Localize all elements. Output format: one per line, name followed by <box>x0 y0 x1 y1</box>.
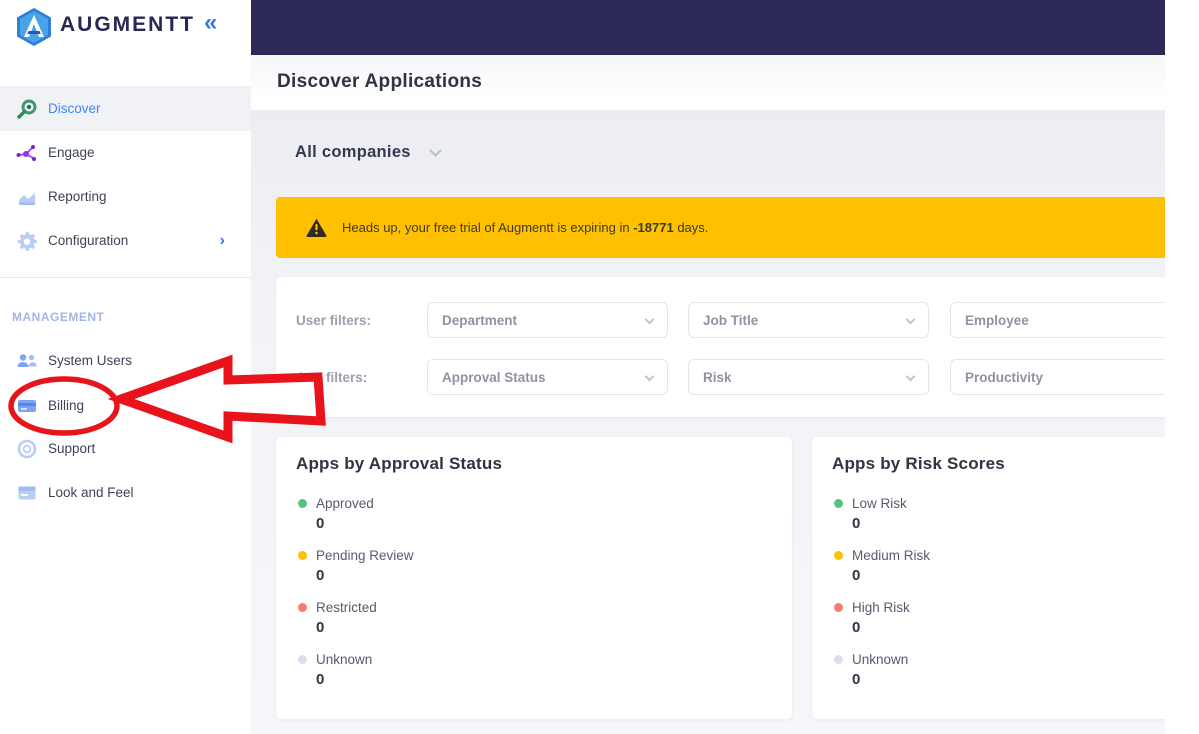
card-title: Apps by Risk Scores <box>832 454 1005 473</box>
card-title: Apps by Approval Status <box>296 454 503 473</box>
brand-wordmark: AUGMENTT <box>60 13 195 36</box>
company-selector-label: All companies <box>295 143 411 161</box>
legend-item-low-risk: Low Risk 0 <box>834 496 1165 532</box>
sidebar-item-discover[interactable]: Discover <box>0 86 251 131</box>
legend-value: 0 <box>316 671 325 688</box>
sidebar-item-label: Configuration <box>48 233 129 248</box>
chevron-down-icon <box>644 314 655 324</box>
brand-logo: AUGMENTT « <box>0 0 251 56</box>
sidebar-item-label: Engage <box>48 145 95 160</box>
sidebar-item-look-and-feel[interactable]: Look and Feel <box>0 470 251 515</box>
top-navbar <box>251 0 1165 55</box>
app-window: AUGMENTT « Discover Engage Reporting Con… <box>0 0 1199 734</box>
sidebar-item-reporting[interactable]: Reporting <box>0 174 251 219</box>
chart-icon <box>15 185 39 209</box>
user-filters-label: User filters: <box>296 313 372 328</box>
magnifier-icon <box>15 97 39 121</box>
company-selector[interactable]: All companies <box>295 143 442 162</box>
legend-item-high-risk: High Risk 0 <box>834 600 1165 636</box>
legend-item-restricted: Restricted 0 <box>298 600 792 636</box>
status-dot <box>298 551 307 560</box>
risk-scores-card: Apps by Risk Scores Low Risk 0 Medium Ri… <box>812 437 1165 719</box>
lifebuoy-icon <box>15 437 39 461</box>
status-dot <box>298 603 307 612</box>
sidebar-item-support[interactable]: Support <box>0 426 251 471</box>
sidebar-collapse-icon[interactable]: « <box>204 9 217 37</box>
sidebar-item-label: System Users <box>48 353 133 368</box>
legend-value: 0 <box>852 567 861 584</box>
status-dot <box>834 499 843 508</box>
billing-icon <box>15 394 39 418</box>
main-area: Discover Applications All companies Head… <box>251 0 1165 734</box>
sidebar-section-management: MANAGEMENT <box>12 310 105 324</box>
status-dot <box>298 499 307 508</box>
chevron-down-icon <box>905 371 916 381</box>
productivity-dropdown[interactable]: Productivity <box>950 359 1165 395</box>
legend-value: 0 <box>852 671 861 688</box>
trial-warning-text: Heads up, your free trial of Augmentt is… <box>342 220 709 235</box>
employee-dropdown[interactable]: Employee <box>950 302 1165 338</box>
chevron-down-icon <box>644 371 655 381</box>
legend-value: 0 <box>852 619 861 636</box>
theme-icon <box>15 481 39 505</box>
status-dot <box>834 551 843 560</box>
sidebar-divider <box>0 277 251 278</box>
network-icon <box>15 141 39 165</box>
sidebar-item-system-users[interactable]: System Users <box>0 338 251 383</box>
department-dropdown[interactable]: Department <box>427 302 668 338</box>
legend-value: 0 <box>316 515 325 532</box>
content-area: All companies Heads up, your free trial … <box>251 110 1165 734</box>
status-dot <box>834 603 843 612</box>
chevron-down-icon <box>428 144 442 157</box>
page-header: Discover Applications <box>251 55 1165 110</box>
chevron-right-icon: › <box>219 231 225 249</box>
sidebar-item-engage[interactable]: Engage <box>0 130 251 175</box>
trial-days-remaining: -18771 <box>633 220 674 235</box>
page-title: Discover Applications <box>277 71 483 92</box>
warning-icon <box>306 218 327 237</box>
gear-icon <box>15 229 39 253</box>
legend-value: 0 <box>316 619 325 636</box>
legend-item-medium-risk: Medium Risk 0 <box>834 548 1165 584</box>
legend-value: 0 <box>316 567 325 584</box>
sidebar-item-label: Reporting <box>48 189 107 204</box>
augmentt-logo-icon <box>17 8 51 46</box>
app-filters-label: App filters: <box>296 370 368 385</box>
sidebar-item-configuration[interactable]: Configuration › <box>0 218 251 263</box>
sidebar: AUGMENTT « Discover Engage Reporting Con… <box>0 0 251 734</box>
status-dot <box>834 655 843 664</box>
legend-item-pending-review: Pending Review 0 <box>298 548 792 584</box>
status-dot <box>298 655 307 664</box>
sidebar-item-billing[interactable]: Billing <box>0 383 251 428</box>
legend-item-unknown: Unknown 0 <box>298 652 792 688</box>
sidebar-item-label: Discover <box>48 101 101 116</box>
sidebar-item-label: Support <box>48 441 96 456</box>
approval-status-dropdown[interactable]: Approval Status <box>427 359 668 395</box>
sidebar-item-label: Look and Feel <box>48 485 134 500</box>
approval-status-card: Apps by Approval Status Approved 0 Pendi… <box>276 437 792 719</box>
trial-warning-banner: Heads up, your free trial of Augmentt is… <box>276 197 1165 258</box>
job-title-dropdown[interactable]: Job Title <box>688 302 929 338</box>
legend-item-approved: Approved 0 <box>298 496 792 532</box>
users-icon <box>15 349 39 373</box>
risk-dropdown[interactable]: Risk <box>688 359 929 395</box>
chevron-down-icon <box>905 314 916 324</box>
sidebar-item-label: Billing <box>48 398 85 413</box>
filters-panel: User filters: App filters: Department Jo… <box>276 277 1165 417</box>
legend-item-unknown: Unknown 0 <box>834 652 1165 688</box>
legend-value: 0 <box>852 515 861 532</box>
